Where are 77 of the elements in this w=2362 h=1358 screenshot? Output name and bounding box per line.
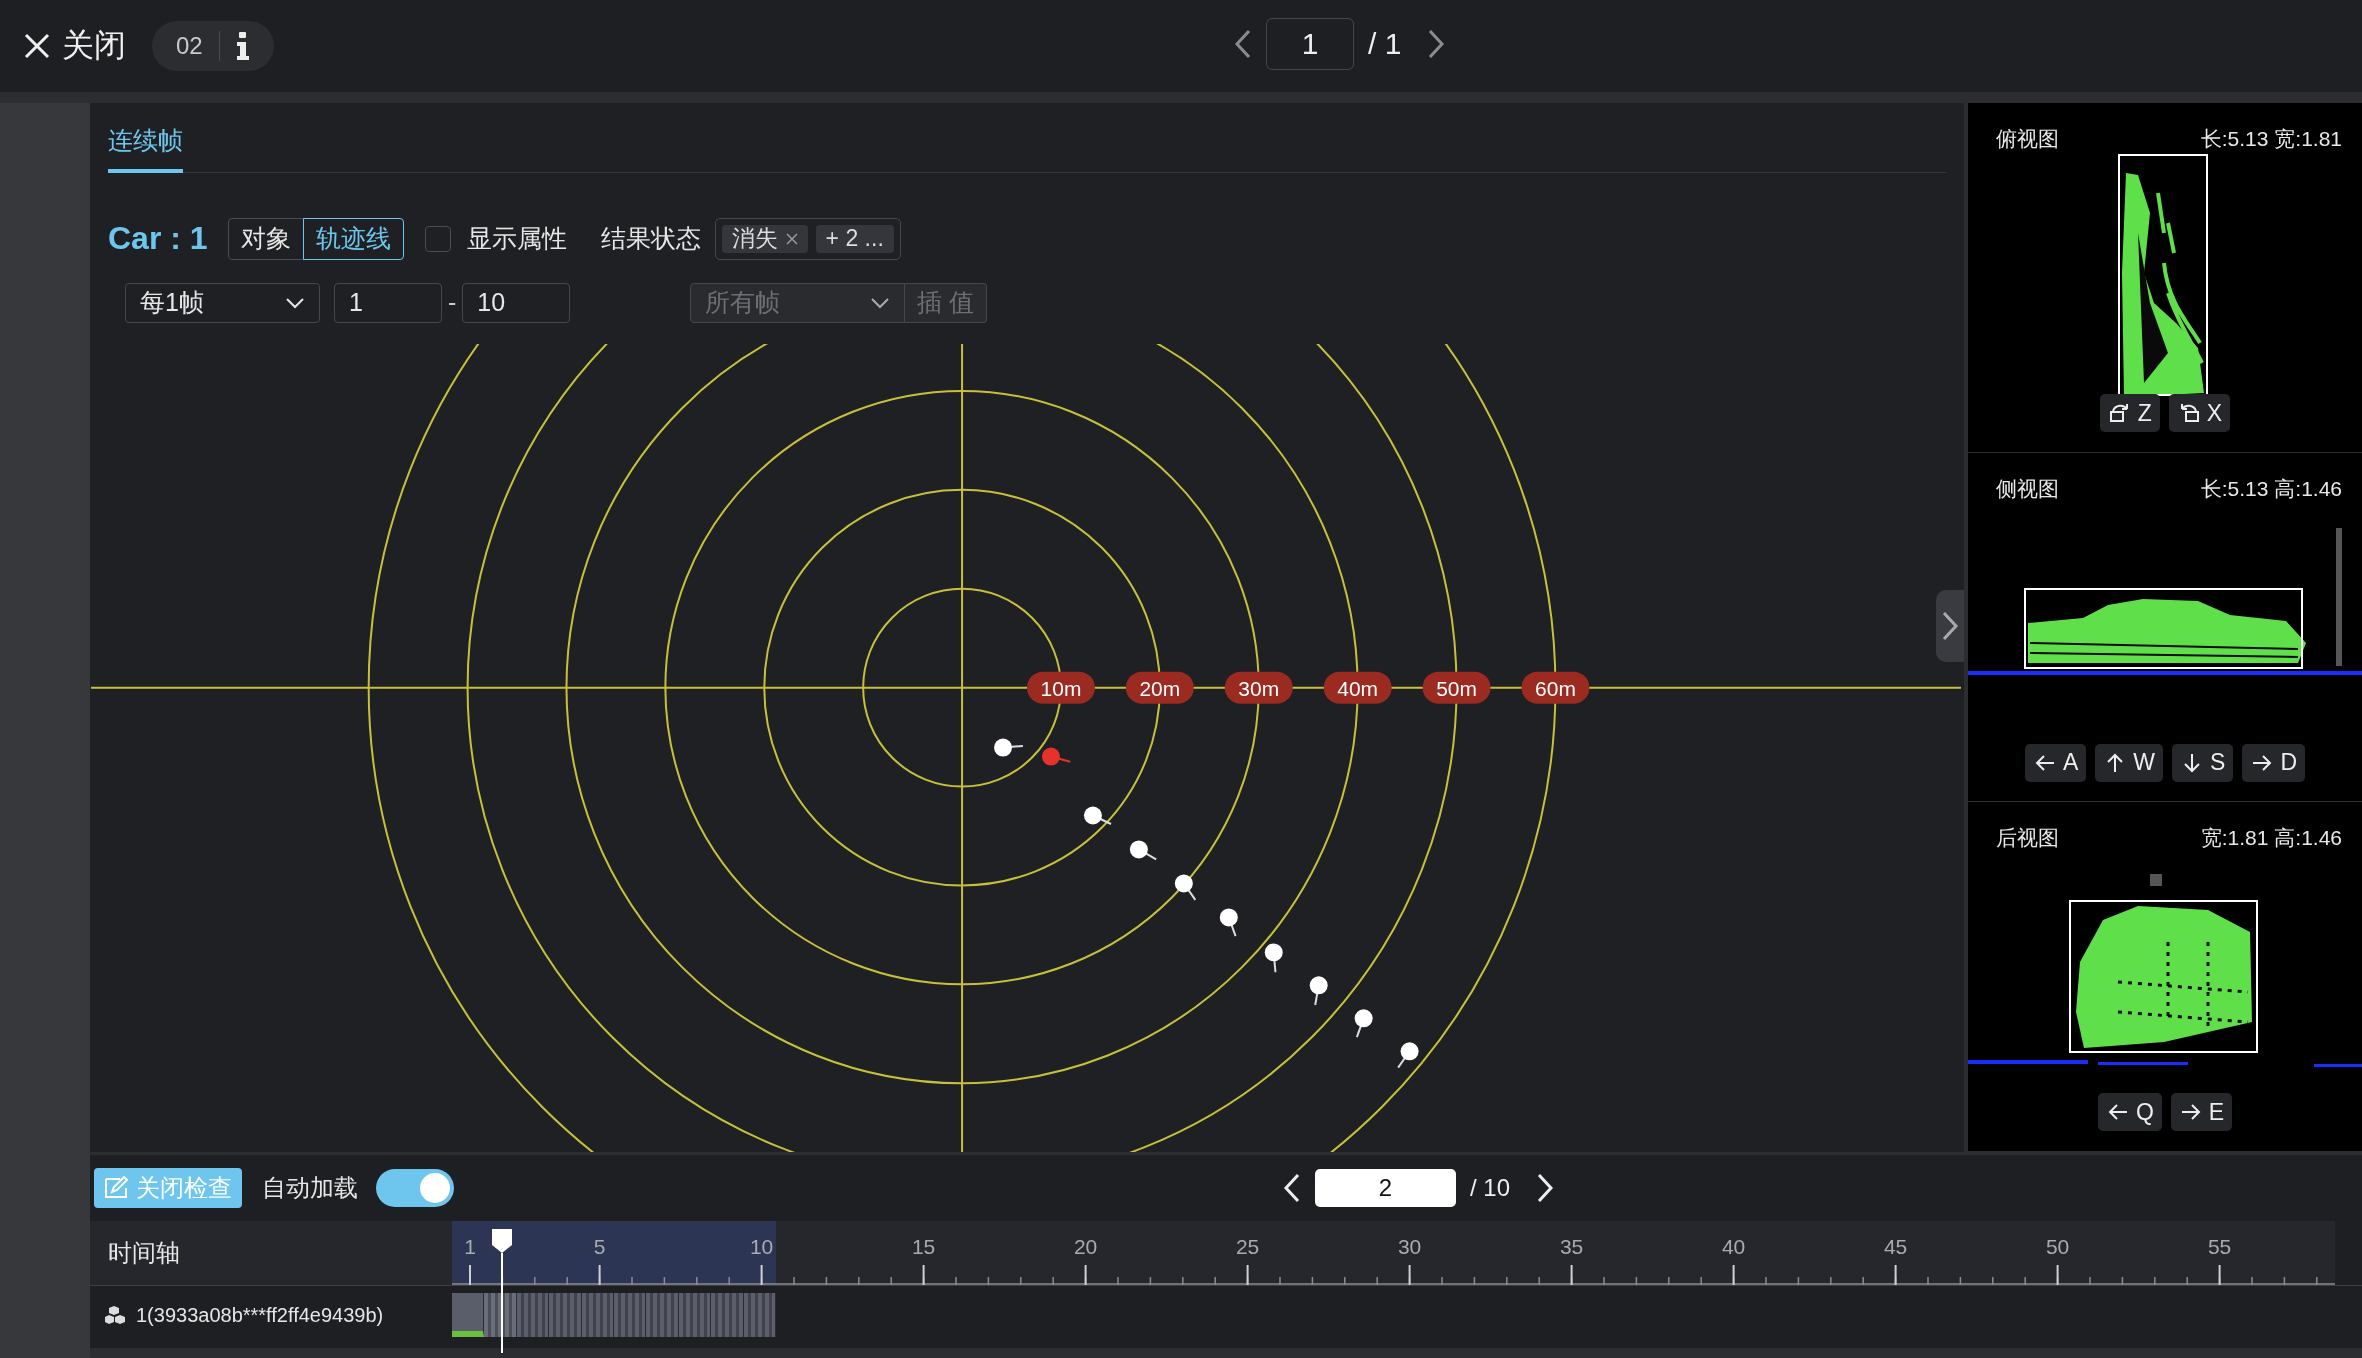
distance-label: 10m	[1027, 671, 1095, 704]
distance-label: 30m	[1224, 671, 1293, 704]
timeline-label: 时间轴	[90, 1221, 452, 1285]
tick-label: 40	[1721, 1235, 1746, 1258]
view-control-button[interactable]: S	[2172, 743, 2234, 782]
view-mode-button[interactable]: 轨迹线	[302, 217, 404, 260]
view-dimensions: 长:5.13 宽:1.81	[2200, 126, 2342, 152]
distance-label: 60m	[1521, 671, 1590, 704]
track-label: 1(3933a08b***ff2ff4e9439b)	[136, 1303, 384, 1327]
page-field[interactable]: 1	[1266, 18, 1354, 70]
frame-block[interactable]	[452, 1293, 485, 1337]
tick-label: 55	[2207, 1235, 2232, 1258]
tick-label: 45	[1883, 1235, 1908, 1258]
view-title: 俯视图	[1996, 126, 2059, 152]
track-point[interactable]	[1309, 976, 1328, 1006]
track-point[interactable]	[994, 738, 1024, 757]
view-title: 侧视图	[1996, 475, 2059, 502]
toggle-label: 自动加载	[262, 1173, 358, 1203]
tick-label: 25	[1235, 1235, 1260, 1258]
view-control-button[interactable]: D	[2242, 743, 2305, 782]
distance-label: 50m	[1422, 671, 1491, 704]
tick-label: 1	[464, 1235, 476, 1258]
chevron-down-icon	[870, 296, 891, 309]
tick-label: 50	[2045, 1235, 2070, 1258]
view-title: 后视图	[1996, 825, 2059, 852]
more-tag[interactable]: + 2 ...	[815, 224, 894, 253]
range-separator: -	[448, 288, 457, 318]
edit-icon	[104, 1176, 130, 1200]
info-icon[interactable]	[235, 32, 250, 60]
view-control-button[interactable]: E	[2170, 1093, 2233, 1132]
close-icon	[24, 33, 50, 59]
frame-block[interactable]	[484, 1293, 517, 1337]
tick-label: 35	[1559, 1235, 1584, 1258]
range-start-field[interactable]: 1	[334, 282, 442, 323]
view-control-button[interactable]: Q	[2097, 1093, 2162, 1132]
track-point[interactable]	[1174, 874, 1197, 901]
track-point[interactable]	[1083, 806, 1112, 825]
status-select[interactable]: 消失 + 2 ...	[714, 217, 901, 260]
checkbox-label: 显示属性	[466, 223, 567, 255]
tag-label: 消失	[731, 224, 778, 254]
playhead-handle[interactable]	[490, 1229, 515, 1353]
track-point[interactable]	[1264, 943, 1283, 974]
step-select[interactable]: 每1帧	[125, 282, 320, 323]
range-end-field[interactable]: 10	[462, 282, 571, 323]
checkbox[interactable]	[424, 225, 451, 252]
page-field[interactable]: 2	[1315, 1169, 1456, 1207]
close-button[interactable]: 关闭	[20, 20, 130, 72]
track-point[interactable]	[1219, 908, 1238, 937]
tick-label: 5	[593, 1235, 606, 1258]
view-control-button[interactable]: Z	[2099, 394, 2160, 432]
distance-label: 40m	[1323, 671, 1392, 704]
view-control-button[interactable]: A	[2025, 743, 2087, 782]
tick-label: 10	[749, 1235, 774, 1258]
remove-icon[interactable]	[785, 232, 798, 245]
view-mode-button[interactable]: 对象	[227, 217, 304, 260]
distance-label: 20m	[1125, 671, 1194, 704]
collapse-handle[interactable]	[1936, 590, 1964, 662]
page-total: / 10	[1470, 1174, 1511, 1202]
view-dimensions: 长:5.13 高:1.46	[2200, 475, 2342, 502]
tick-label: 20	[1073, 1235, 1098, 1258]
tick-label: 30	[1397, 1235, 1422, 1258]
view-dimensions: 宽:1.81 高:1.46	[2200, 825, 2342, 852]
chevron-down-icon	[285, 296, 305, 309]
page-total: / 1	[1368, 27, 1402, 61]
view-control-button[interactable]: X	[2168, 394, 2231, 432]
status-label: 结果状态	[600, 223, 701, 255]
track-point[interactable]	[1042, 747, 1072, 766]
tab[interactable]: 连续帧	[108, 123, 183, 173]
track-point[interactable]	[1129, 840, 1158, 861]
toggle-switch[interactable]	[376, 1169, 454, 1207]
cubes-icon	[104, 1305, 128, 1325]
tick-label: 15	[911, 1235, 936, 1258]
object-label: Car : 1	[108, 220, 208, 258]
track-point[interactable]	[1397, 1042, 1419, 1069]
track-point[interactable]	[1354, 1009, 1373, 1038]
frame-number: 02	[176, 32, 203, 60]
view-control-button[interactable]: W	[2095, 743, 2164, 782]
